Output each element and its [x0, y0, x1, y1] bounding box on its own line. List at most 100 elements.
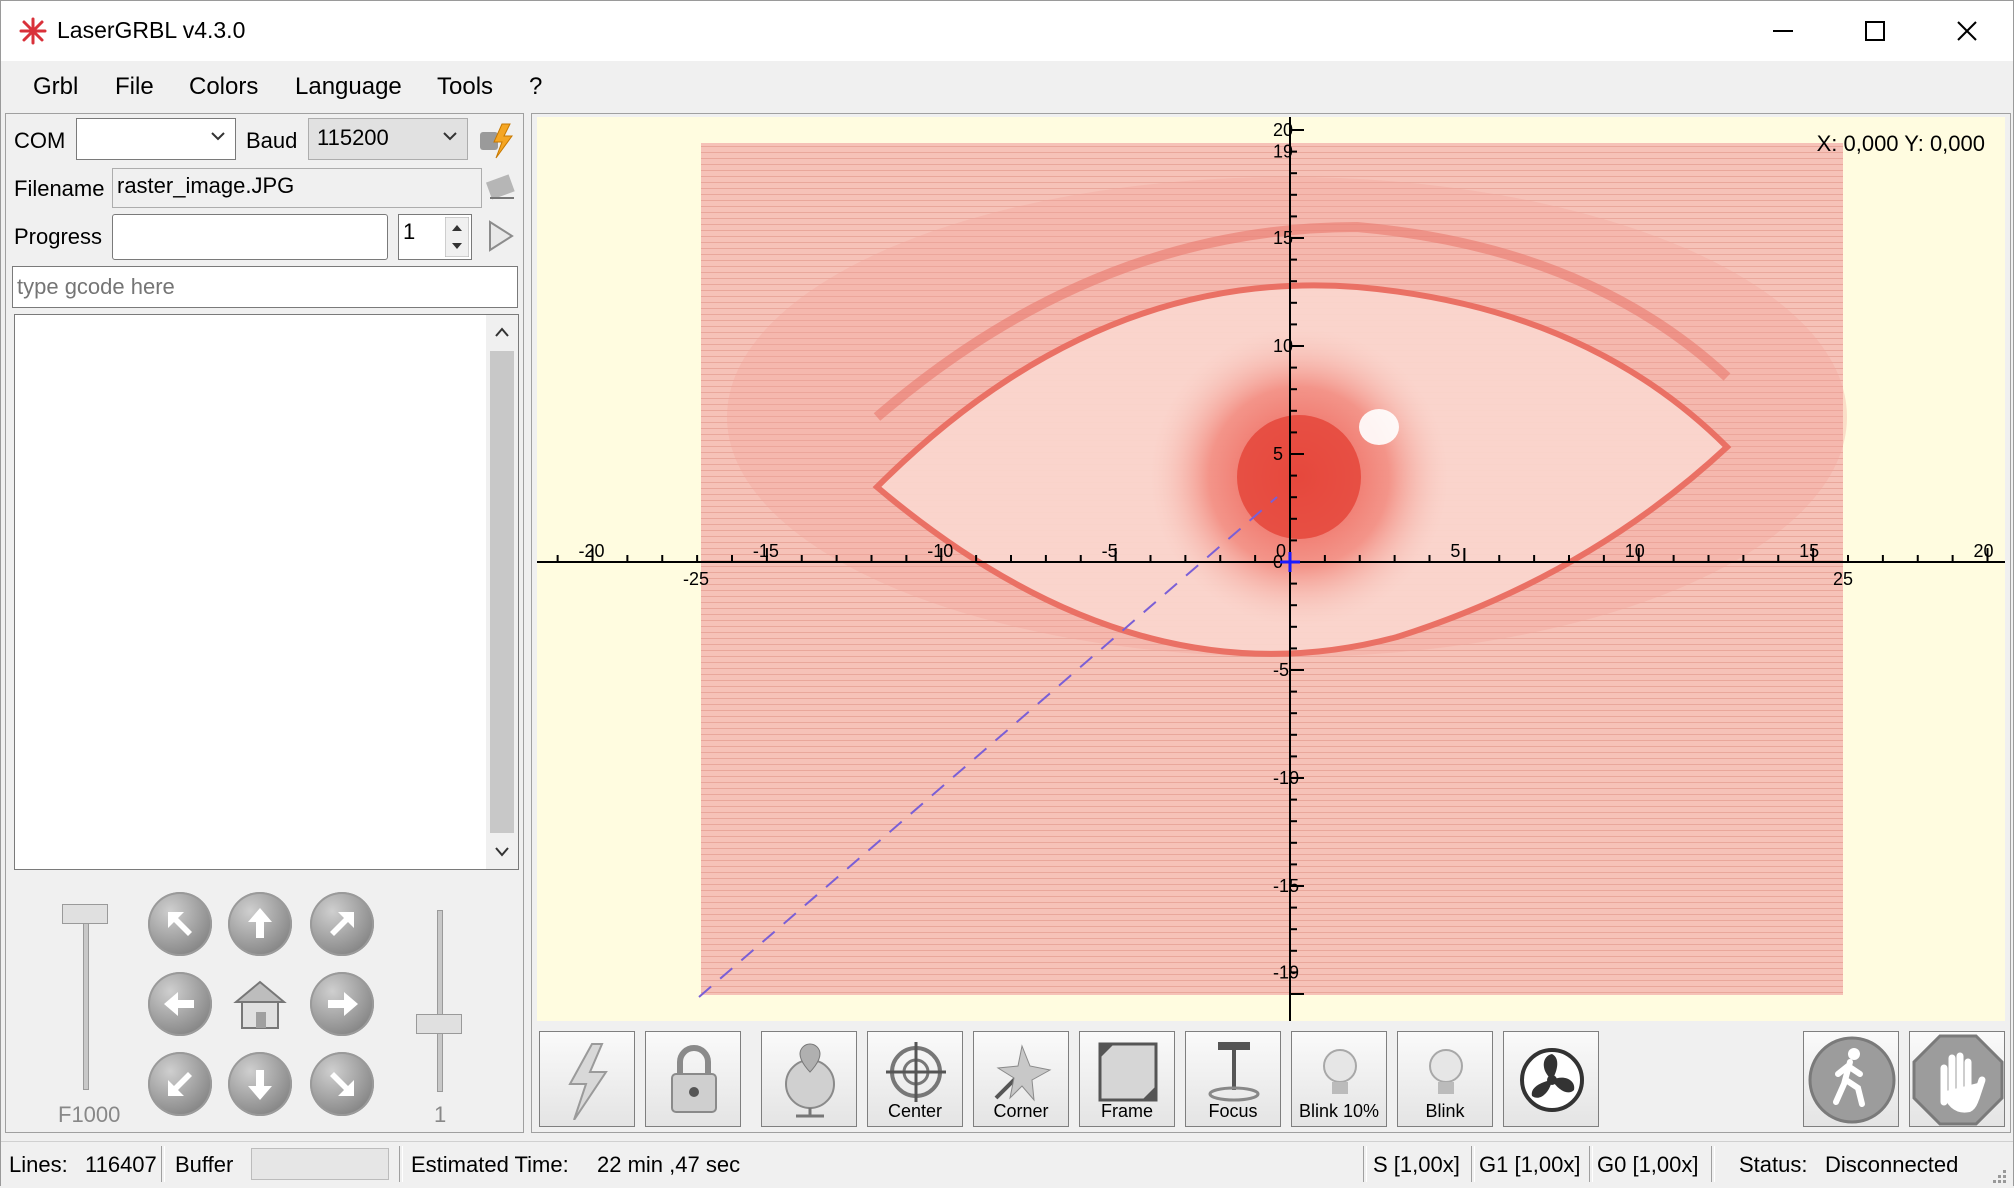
com-label: COM	[14, 128, 66, 153]
y-tick-label: 19	[1273, 142, 1293, 162]
arrow-up-left-icon	[168, 912, 192, 936]
connect-icon[interactable]	[476, 120, 516, 160]
jog-up-button[interactable]	[228, 892, 292, 956]
menu-colors[interactable]: Colors	[189, 73, 258, 101]
maximize-icon	[1865, 21, 1885, 41]
jog-down-right-button[interactable]	[310, 1052, 374, 1116]
focus-button[interactable]: Focus	[1185, 1031, 1281, 1127]
menu-tools[interactable]: Tools	[437, 73, 493, 101]
com-select[interactable]	[76, 118, 236, 160]
filename-label: Filename	[14, 176, 105, 201]
copies-stepper[interactable]: 1	[398, 214, 472, 260]
baud-label: Baud	[246, 128, 298, 153]
lines-label: Lines:	[9, 1152, 68, 1177]
y-tick-label: -15	[1273, 876, 1299, 896]
scroll-thumb[interactable]	[490, 351, 514, 833]
stop-button[interactable]	[1909, 1031, 2005, 1127]
pupil	[1237, 415, 1361, 539]
unlock-icon	[671, 1045, 717, 1113]
feed-value: F1000	[58, 1102, 121, 1127]
x-tick-label: -15	[753, 541, 779, 561]
scroll-up-icon[interactable]	[494, 325, 510, 339]
blink10-button[interactable]: Blink 10%	[1291, 1031, 1387, 1127]
resize-grip-icon[interactable]	[1989, 1166, 2007, 1184]
command-log[interactable]	[14, 314, 519, 870]
map-button[interactable]	[761, 1031, 857, 1127]
log-scrollbar[interactable]	[486, 315, 518, 869]
chevron-down-icon	[443, 132, 457, 141]
corner-label: Corner	[993, 1101, 1049, 1121]
jog-up-right-button[interactable]	[310, 892, 374, 956]
reset-button[interactable]	[539, 1031, 635, 1127]
preview-canvas[interactable]: -30-25-20-15-10-5051015202530-2525201915…	[537, 117, 2005, 1021]
fan-button[interactable]	[1503, 1031, 1599, 1127]
unlock-button[interactable]	[645, 1031, 741, 1127]
focus-icon	[1208, 1042, 1260, 1102]
g1-override[interactable]: G1 [1,00x]	[1479, 1152, 1581, 1178]
jog-up-left-button[interactable]	[148, 892, 212, 956]
feed-slider-thumb[interactable]	[62, 904, 108, 924]
step-value: 1	[434, 1102, 447, 1127]
buffer-bar	[251, 1148, 389, 1180]
open-file-icon[interactable]	[482, 168, 518, 204]
y-tick-label: 20	[1273, 120, 1293, 140]
feed-slider[interactable]	[50, 904, 120, 1094]
y-tick-label: -10	[1273, 768, 1299, 788]
chevron-down-icon	[211, 132, 225, 141]
x-tick-label: 5	[1450, 541, 1460, 561]
scroll-down-icon[interactable]	[494, 845, 510, 859]
step-slider[interactable]	[404, 906, 474, 1096]
g0-override[interactable]: G0 [1,00x]	[1597, 1152, 1699, 1178]
minimize-button[interactable]	[1737, 1, 1829, 61]
menu-language[interactable]: Language	[295, 73, 402, 101]
frame-label: Frame	[1100, 1101, 1153, 1121]
home-button[interactable]	[228, 972, 292, 1036]
center-label: Center	[887, 1101, 943, 1121]
maximize-button[interactable]	[1829, 1, 1921, 61]
menu-file[interactable]: File	[115, 73, 154, 101]
center-icon	[886, 1042, 946, 1102]
menu-help[interactable]: ?	[529, 73, 542, 101]
jog-right-button[interactable]	[310, 972, 374, 1036]
preview-drawing: -30-25-20-15-10-5051015202530-2525201915…	[537, 117, 2005, 1021]
frame-icon	[1098, 1042, 1158, 1102]
status-value: Disconnected	[1825, 1152, 1959, 1177]
x-tick-label: 10	[1625, 541, 1645, 561]
close-button[interactable]	[1921, 1, 2013, 61]
walk-button[interactable]	[1803, 1031, 1899, 1127]
y-tick-label: 15	[1273, 228, 1293, 248]
arrow-down-right-icon	[330, 1072, 354, 1096]
progress-bar	[112, 214, 388, 260]
arrow-left-icon	[164, 992, 194, 1016]
home-icon	[233, 980, 287, 1029]
blink-label: Blink	[1425, 1101, 1465, 1121]
estimated-time-value: 22 min ,47 sec	[597, 1152, 741, 1177]
x-max-label: 25	[1833, 569, 1853, 589]
filename-field: raster_image.JPG	[112, 168, 482, 208]
arrow-down-icon	[248, 1070, 272, 1100]
lines-value: 116407	[85, 1152, 157, 1177]
focus-label: Focus	[1208, 1101, 1258, 1121]
frame-button[interactable]: Frame	[1079, 1031, 1175, 1127]
jog-down-button[interactable]	[228, 1052, 292, 1116]
blink-icon	[1429, 1049, 1463, 1094]
s-override[interactable]: S [1,00x]	[1373, 1152, 1460, 1178]
x-tick-label: -10	[927, 541, 953, 561]
x-min-label: -25	[683, 569, 709, 589]
blink10-icon	[1323, 1049, 1357, 1094]
run-icon[interactable]	[482, 218, 518, 254]
corner-button[interactable]: Corner	[973, 1031, 1069, 1127]
step-slider-thumb[interactable]	[416, 1014, 462, 1034]
baud-select[interactable]: 115200	[308, 118, 468, 160]
minimize-icon	[1773, 30, 1793, 32]
x-tick-label: 20	[1974, 541, 1994, 561]
gcode-input[interactable]	[12, 266, 518, 308]
stepper-arrows-icon	[445, 217, 469, 257]
jog-left-button[interactable]	[148, 972, 212, 1036]
coordinate-readout: X: 0,000 Y: 0,000	[1816, 131, 1985, 156]
jog-down-left-button[interactable]	[148, 1052, 212, 1116]
center-button[interactable]: Center	[867, 1031, 963, 1127]
blink-button[interactable]: Blink	[1397, 1031, 1493, 1127]
main-window: LaserGRBL v4.3.0 Grbl File Colors Langua…	[0, 0, 2014, 1188]
menu-grbl[interactable]: Grbl	[33, 73, 78, 101]
